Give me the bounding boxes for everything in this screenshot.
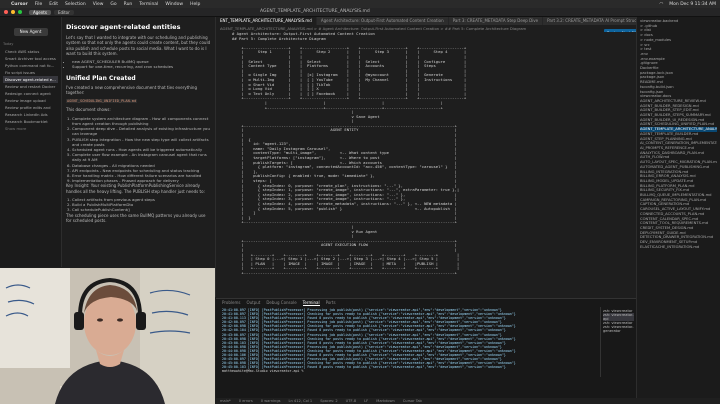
terminal-session[interactable]: zsh: viewcreator-api: [603, 313, 634, 321]
status-item[interactable]: Cursor Tab: [403, 398, 422, 404]
line-gutter: [216, 32, 230, 298]
show-more-link[interactable]: Show more: [3, 125, 58, 132]
window-titlebar: Agents Editor AGENT_TEMPLATE_ARCHITECTUR…: [0, 8, 720, 17]
panel-tab[interactable]: Debug Console: [266, 300, 296, 306]
history-item[interactable]: Redesign connect agent: [3, 90, 58, 97]
agent-history-sidebar: New Agent Today Check AWS status Smart A…: [0, 17, 62, 267]
terminal-output[interactable]: 20:41:00.097 [INFO] [PostPublishProcesso…: [216, 307, 636, 397]
close-window-button[interactable]: [4, 10, 8, 14]
history-item[interactable]: Review profile edits and: [3, 104, 58, 111]
menu-item[interactable]: Go: [110, 2, 116, 7]
list-item: Support for one-time, recurring, and cro…: [72, 64, 211, 69]
terminal-session-list: zsh: viewcreator zsh: viewcreator-api zs…: [600, 307, 636, 377]
tab-editor[interactable]: Editor: [53, 9, 74, 15]
chat-intro: Let's say that I wanted to integrate wit…: [66, 35, 211, 56]
history-item-selected[interactable]: Discover agent-related entities: [3, 76, 58, 83]
status-item[interactable]: UTF-8: [346, 398, 356, 404]
code-editor[interactable]: # Agent Architecture: Output-First Autom…: [216, 32, 636, 298]
status-item[interactable]: Markdown: [376, 398, 395, 404]
panel-tabs: Problems Output Debug Console Terminal P…: [216, 299, 636, 307]
status-item[interactable]: 0 errors: [239, 398, 253, 404]
agent-chat-panel: Discover agent-related entities Let's sa…: [62, 17, 216, 297]
menu-item[interactable]: Help: [190, 2, 200, 7]
status-item[interactable]: Ln 412, Col 1: [289, 398, 313, 404]
menu-item[interactable]: Edit: [49, 2, 58, 7]
insight-steps: Collect artifacts from previous agent st…: [66, 197, 211, 213]
terminal-session[interactable]: zsh: viewcreator-generator: [603, 325, 634, 333]
chat-paragraph: The scheduling piece uses the same BullM…: [66, 212, 206, 223]
wifi-icon[interactable]: ◠: [659, 2, 663, 7]
history-item[interactable]: Research LinkedIn Ads: [3, 111, 58, 118]
chat-paragraph: I've created a new comprehensive documen…: [66, 84, 198, 95]
list-item: Complete user flow example - An Instagra…: [72, 152, 211, 162]
presenter-image: [0, 268, 215, 404]
maximize-window-button[interactable]: [18, 10, 22, 14]
window-title: AGENT_TEMPLATE_ARCHITECTURE_ANALYSIS.md: [260, 9, 370, 14]
file-tree-item[interactable]: AUTOMATED_AGENT_PUBLISHING.md: [640, 165, 717, 170]
editor-content[interactable]: # Agent Architecture: Output-First Autom…: [232, 32, 466, 275]
history-item[interactable]: Review image upload: [3, 97, 58, 104]
menu-item[interactable]: Selection: [65, 2, 86, 7]
status-item[interactable]: 0 warnings: [261, 398, 281, 404]
list-item: PUBLISH step integration - How the new s…: [72, 137, 211, 147]
editor-tab[interactable]: Part 3: CREATE_METADATA Step Deep Dive: [448, 17, 543, 25]
file-tree-item[interactable]: ELASTICACHE_INTEGRATION.md: [640, 245, 717, 250]
panel-tab[interactable]: Output: [246, 300, 260, 306]
editor-tab[interactable]: Part 3.2: CREATE_METADATA AI Prompt Stru…: [543, 17, 636, 25]
webcam-overlay: [0, 268, 215, 404]
chat-title: Discover agent-related entities: [66, 23, 181, 31]
menu-item[interactable]: Run: [124, 2, 133, 7]
panel-tab[interactable]: Problems: [222, 300, 240, 306]
new-agent-button[interactable]: New Agent: [13, 28, 48, 36]
intro-bullets: new AGENT_SCHEDULER BullMQ queue Support…: [66, 59, 211, 69]
terminal-panel: Problems Output Debug Console Terminal P…: [216, 298, 636, 398]
breadcrumb[interactable]: AGENT_TEMPLATE_ARCHITECTURE_ANALYSIS.md …: [216, 25, 636, 32]
chat-paragraph: This document shows:: [66, 107, 111, 113]
editor-tab[interactable]: ENT_TEMPLATE_ARCHITECTURE_ANALYSIS.md: [216, 17, 316, 25]
panel-tab[interactable]: Ports: [326, 300, 336, 306]
status-item[interactable]: main*: [220, 398, 231, 404]
history-item[interactable]: Check AWS status: [3, 48, 58, 55]
editor-tab-bar: ENT_TEMPLATE_ARCHITECTURE_ANALYSIS.md Ag…: [216, 17, 636, 25]
tab-agents[interactable]: Agents: [29, 9, 51, 15]
menu-item[interactable]: File: [35, 2, 43, 7]
status-bar: main* 0 errors 0 warnings Ln 412, Col 1 Spac…: [216, 398, 720, 404]
history-group-label: Today: [3, 42, 14, 46]
editor-tab[interactable]: Agent Architecture: Output-First Automat…: [316, 17, 448, 25]
macos-menubar: Cursor File Edit Selection View Go Run T…: [0, 0, 720, 8]
history-item[interactable]: Research Bookmarklet: [3, 118, 58, 125]
minimize-window-button[interactable]: [11, 10, 15, 14]
history-item[interactable]: Fix script issues: [3, 69, 58, 76]
history-item[interactable]: Smart Archiver tool access: [3, 55, 58, 62]
file-tree-item[interactable]: AGENT_ARCHITECTURE_REVIEW.md: [640, 99, 717, 104]
key-insight: Key Insight: Your existing PublishPlatfo…: [66, 183, 205, 194]
menu-item[interactable]: Terminal: [139, 2, 158, 7]
file-explorer: viewcreator-backend > .github > dist > docs…: [636, 17, 720, 398]
history-item[interactable]: Python command not found: [3, 62, 58, 69]
menu-item[interactable]: View: [93, 2, 104, 7]
list-item: Complete system architecture diagram - H…: [72, 116, 211, 126]
status-item[interactable]: LF: [364, 398, 368, 404]
status-item[interactable]: Spaces: 2: [320, 398, 337, 404]
doc-link[interactable]: AGENT_SCHEDULING_UNIFIED_PLAN.md: [66, 99, 138, 104]
plan-items: Complete system architecture diagram - H…: [66, 116, 211, 184]
chat-heading: Unified Plan Created: [66, 74, 136, 82]
panel-tab-active[interactable]: Terminal: [302, 300, 320, 306]
clock[interactable]: Mon Dec 9 11:34 AM: [669, 2, 716, 7]
list-item: Component deep dive - Detailed analysis …: [72, 126, 211, 136]
menu-app[interactable]: Cursor: [11, 2, 28, 7]
menu-item[interactable]: Window: [165, 2, 183, 7]
terminal-line: matthewwhite@Mac-Studio viewcreator-api …: [222, 369, 304, 374]
history-item[interactable]: Review and restart Docker: [3, 83, 58, 90]
